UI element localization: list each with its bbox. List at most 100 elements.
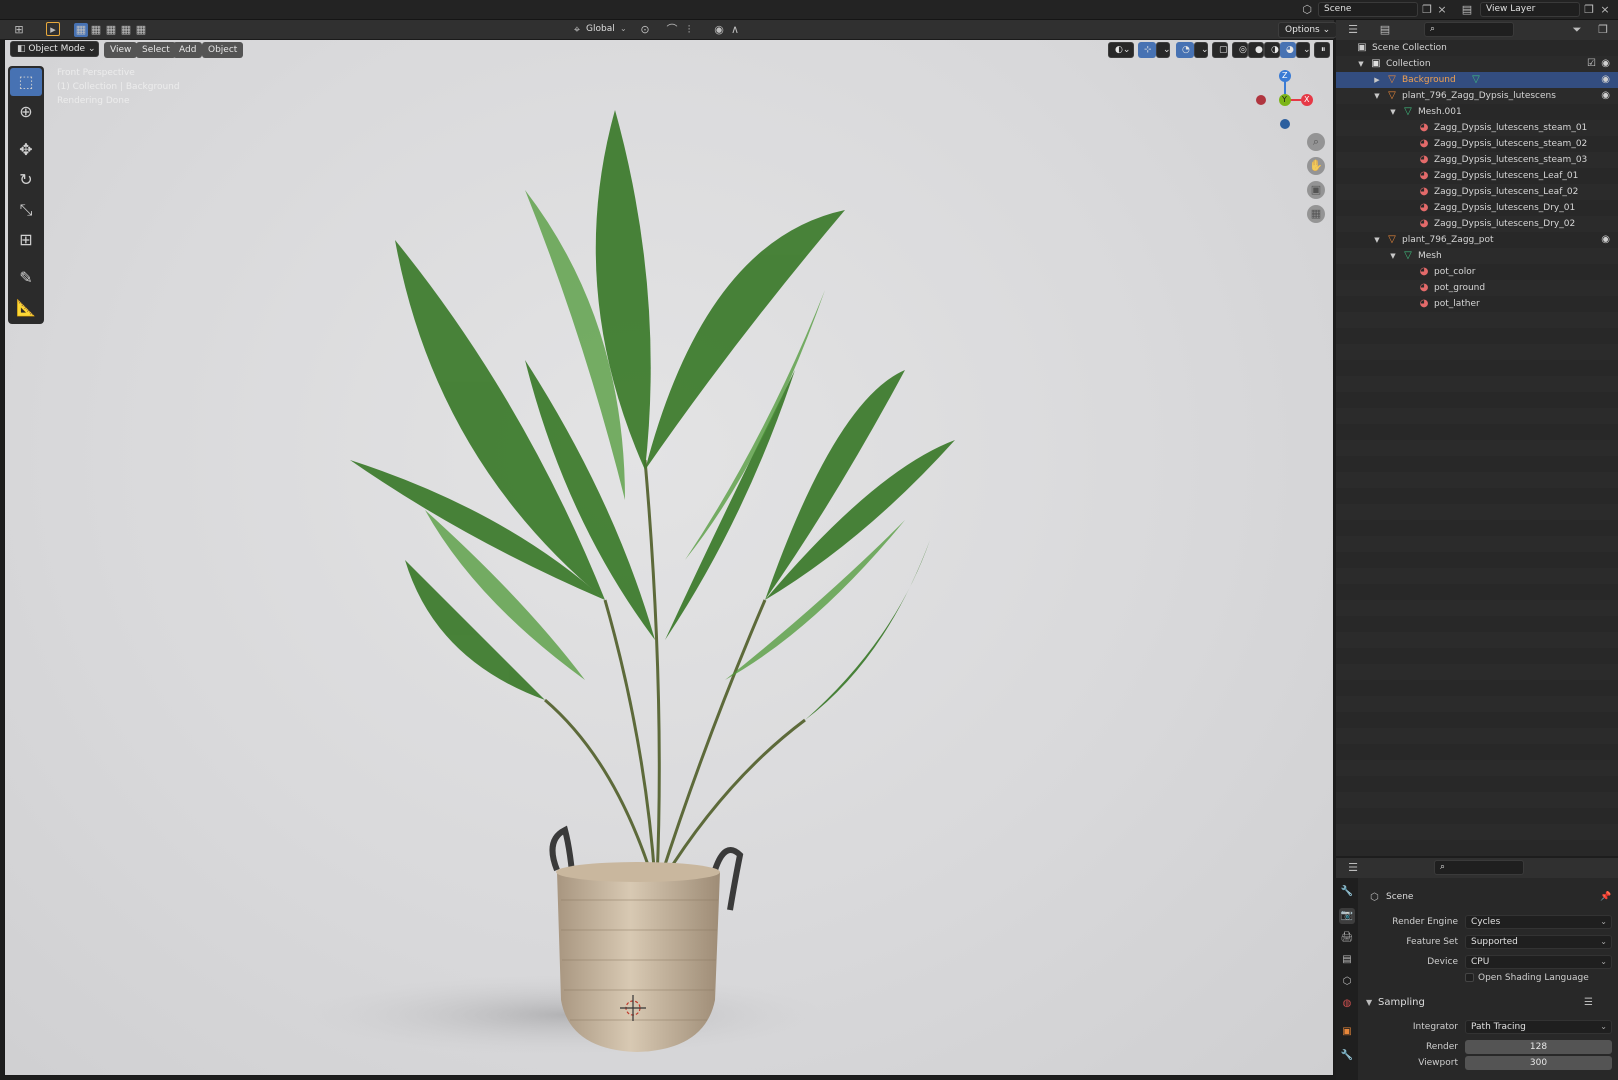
outliner-row-material[interactable]: ◕ Zagg_Dypsis_lutescens_Dry_01 [1336,200,1618,216]
render-tab-icon[interactable]: 📷 [1339,908,1355,924]
view-layer-icon[interactable]: ▤ [1460,3,1474,17]
proportional-editing-icon[interactable]: ◉ [712,23,726,37]
menu-view[interactable]: View [104,42,138,58]
transform-orientation[interactable]: Global [586,24,615,34]
new-scene-icon[interactable]: ❐ [1420,3,1434,17]
pan-hand-icon[interactable]: ✋ [1307,157,1325,175]
expand-arrow-icon[interactable]: ▼ [1388,248,1398,264]
modifier-tab-icon[interactable]: 🔧 [1339,1048,1355,1064]
cursor-tool-icon[interactable]: ⊕ [10,98,42,126]
select-box-icon[interactable]: ▸ [46,22,60,36]
editor-type-icon[interactable]: ☰ [1346,861,1360,875]
3d-viewport[interactable]: Front Perspective (1) Collection | Backg… [4,39,1334,1076]
solid-shading-icon[interactable]: ● [1248,42,1264,58]
perspective-toggle-icon[interactable]: ▦ [1307,205,1325,223]
move-tool-icon[interactable]: ✥ [10,136,42,164]
output-tab-icon[interactable]: 🖨 [1339,930,1355,946]
gizmo-toggle-icon[interactable]: ⊹ [1138,42,1156,58]
outliner-row-background[interactable]: ▶ ▽ Background ▽ ◉ [1336,72,1618,88]
rotate-tool-icon[interactable]: ↻ [10,166,42,194]
expand-arrow-icon[interactable]: ▼ [1388,104,1398,120]
snap-icon[interactable]: ⌒ [665,23,679,37]
viewport-samples-field[interactable]: 300 [1465,1056,1612,1070]
chevron-down-icon[interactable]: ⌄ [1156,42,1171,58]
select-intersect-icon[interactable]: ▦ [134,23,148,37]
camera-view-icon[interactable]: ▣ [1307,181,1325,199]
feature-set-dropdown[interactable]: Supported ⌄ [1465,935,1612,949]
outliner-row-plant-object[interactable]: ▼ ▽ plant_796_Zagg_Dypsis_lutescens ◉ [1336,88,1618,104]
pivot-point-icon[interactable]: ⊙ [638,23,652,37]
scale-tool-icon[interactable]: ⤡ [10,196,42,224]
new-view-layer-icon[interactable]: ❐ [1582,3,1596,17]
world-tab-icon[interactable]: ◍ [1339,996,1355,1012]
close-icon[interactable]: × [1435,3,1449,17]
menu-select[interactable]: Select [136,42,176,58]
outliner-row-material[interactable]: ◕ pot_lather [1336,296,1618,312]
eye-icon[interactable]: ◉ [1601,72,1610,88]
tool-tab-icon[interactable]: 🔧 [1339,884,1355,900]
material-shading-icon[interactable]: ◑ [1264,42,1280,58]
expand-arrow-icon[interactable]: ▼ [1366,998,1372,1007]
select-extend-icon[interactable]: ▦ [89,23,103,37]
outliner-row-material[interactable]: ◕ pot_ground [1336,280,1618,296]
snap-target-icon[interactable]: ⫶ [682,23,696,37]
outliner-row-collection[interactable]: ▼ ▣ Collection ☑ ◉ [1336,56,1618,72]
new-collection-icon[interactable]: ❐ [1596,23,1610,37]
outliner-row-material[interactable]: ◕ Zagg_Dypsis_lutescens_Dry_02 [1336,216,1618,232]
menu-add[interactable]: Add [173,42,203,58]
chevron-down-icon[interactable]: ⌄ [1296,42,1311,58]
transform-orientation-icon[interactable]: ⌖ [570,23,584,37]
scene-selector[interactable]: Scene [1318,2,1418,17]
scene-icon[interactable]: ⬡ [1300,3,1314,17]
outliner-row-mesh[interactable]: ▼ ▽ Mesh [1336,248,1618,264]
zoom-icon[interactable]: ⌕ [1307,133,1325,151]
pin-icon[interactable]: 📌 [1600,892,1611,902]
options-dropdown[interactable]: Options ⌄ [1278,22,1338,38]
chevron-down-icon[interactable]: ⌄ [1194,42,1209,58]
editor-type-icon[interactable]: ⊞ [12,23,26,37]
sampling-panel-header[interactable]: Sampling [1378,997,1425,1008]
device-dropdown[interactable]: CPU ⌄ [1465,955,1612,969]
outliner-row-material[interactable]: ◕ Zagg_Dypsis_lutescens_steam_01 [1336,120,1618,136]
rendered-shading-icon[interactable]: ◕ [1280,42,1296,58]
properties-search-input[interactable]: ⌕ [1434,860,1524,875]
display-mode-icon[interactable]: ▤ [1378,23,1392,37]
outliner-row-material[interactable]: ◕ Zagg_Dypsis_lutescens_Leaf_01 [1336,168,1618,184]
xray-toggle-icon[interactable]: ▢ [1212,42,1228,58]
expand-arrow-icon[interactable]: ▼ [1372,88,1382,104]
outliner-row-material[interactable]: ◕ Zagg_Dypsis_lutescens_steam_02 [1336,136,1618,152]
falloff-icon[interactable]: ∧ [728,23,742,37]
eye-icon[interactable]: ◉ [1601,56,1610,72]
visibility-icon[interactable]: ◐⌄ [1108,42,1134,58]
overlays-toggle-icon[interactable]: ◔ [1176,42,1194,58]
list-icon[interactable]: ☰ [1584,997,1593,1008]
view-layer-tab-icon[interactable]: ▤ [1339,952,1355,968]
integrator-dropdown[interactable]: Path Tracing ⌄ [1465,1020,1612,1034]
select-subtract-icon[interactable]: ▦ [104,23,118,37]
outliner-row-mesh[interactable]: ▼ ▽ Mesh.001 [1336,104,1618,120]
menu-object[interactable]: Object [202,42,244,58]
expand-arrow-icon[interactable]: ▶ [1372,72,1382,88]
render-engine-dropdown[interactable]: Cycles ⌄ [1465,915,1612,929]
eye-icon[interactable]: ◉ [1601,232,1610,248]
outliner-row-pot-object[interactable]: ▼ ▽ plant_796_Zagg_pot ◉ [1336,232,1618,248]
mode-selector[interactable]: ◧ Object Mode ⌄ [10,41,99,57]
outliner-row-material[interactable]: ◕ pot_color [1336,264,1618,280]
annotate-tool-icon[interactable]: ✎ [10,264,42,292]
expand-arrow-icon[interactable]: ▼ [1356,56,1366,72]
outliner-row-material[interactable]: ◕ Zagg_Dypsis_lutescens_steam_03 [1336,152,1618,168]
select-invert-icon[interactable]: ▦ [119,23,133,37]
outliner-row-scene-collection[interactable]: ▣ Scene Collection [1336,40,1618,56]
transform-tool-icon[interactable]: ⊞ [10,226,42,254]
filter-icon[interactable]: ⏷ [1570,23,1584,37]
select-new-icon[interactable]: ▦ [74,23,88,37]
object-tab-icon[interactable]: ▣ [1339,1024,1355,1040]
measure-tool-icon[interactable]: 📐 [10,294,42,322]
outliner-search-input[interactable]: ⌕ [1424,22,1514,37]
outliner-row-material[interactable]: ◕ Zagg_Dypsis_lutescens_Leaf_02 [1336,184,1618,200]
pause-render-icon[interactable]: ⏸ [1314,42,1330,58]
select-box-tool-icon[interactable]: ⬚ [10,68,42,96]
editor-type-icon[interactable]: ☰ [1346,23,1360,37]
expand-arrow-icon[interactable]: ▼ [1372,232,1382,248]
scene-tab-icon[interactable]: ⬡ [1339,974,1355,990]
